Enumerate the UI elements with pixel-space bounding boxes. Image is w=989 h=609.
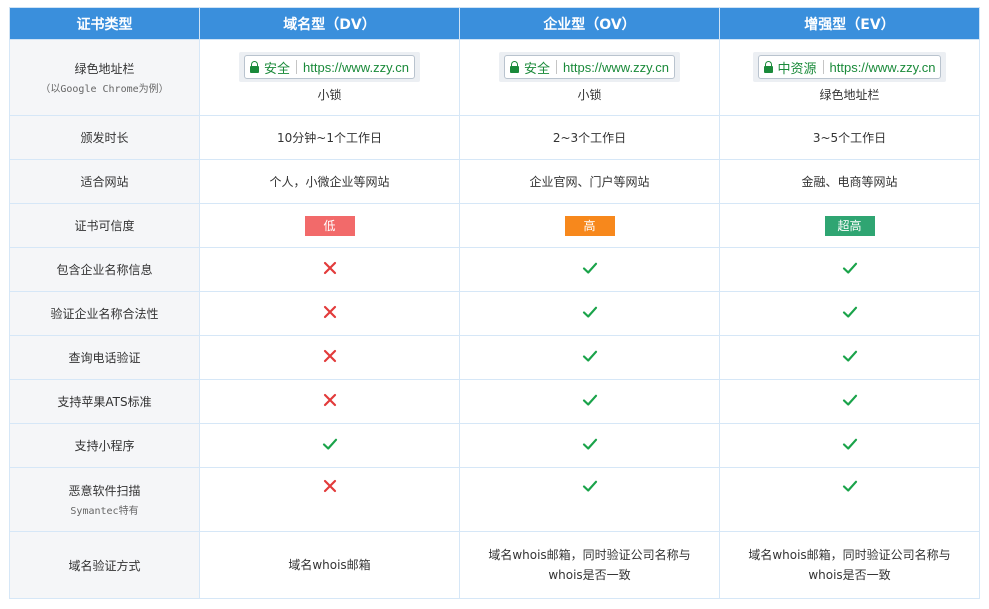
cell-line: 域名whois邮箱，同时验证公司名称与 [460,545,719,565]
lock-icon [510,61,519,73]
check-icon [582,392,598,411]
row-label: 支持苹果ATS标准 [10,380,200,424]
credibility-badge: 超高 [825,216,875,236]
row-suitable-sites: 适合网站 个人，小微企业等网站 企业官网、门户等网站 金融、电商等网站 [10,160,980,204]
cell-ev-address: 中资源 https://www.zzy.cn 绿色地址栏 [720,40,980,116]
cell-value: 3~5个工作日 [720,116,980,160]
divider [296,60,297,74]
url-text: https://www.zzy.cn [303,60,409,75]
row-label: 域名验证方式 [10,532,200,599]
row-label: 适合网站 [10,160,200,204]
row-label: 绿色地址栏 （以Google Chrome为例） [10,40,200,116]
lock-icon [250,61,259,73]
url-text: https://www.zzy.cn [830,60,936,75]
row-label: 包含企业名称信息 [10,248,200,292]
cross-icon [322,392,338,411]
address-bar: 安全 https://www.zzy.cn [244,55,415,79]
check-icon [842,260,858,279]
cross-icon [322,260,338,279]
check-icon [582,436,598,455]
secure-label: 安全 [524,58,550,77]
address-bar: 中资源 https://www.zzy.cn [758,55,942,79]
cell-value: 金融、电商等网站 [720,160,980,204]
row-label-text: 绿色地址栏 [10,60,199,77]
row-malware-scan: 恶意软件扫描 Symantec特有 [10,468,980,532]
lock-icon [764,61,773,73]
cell-line: whois是否一致 [460,565,719,585]
header-row: 证书类型 域名型（DV） 企业型（OV） 增强型（EV） [10,8,980,40]
address-caption: 小锁 [460,86,719,103]
address-bar: 安全 https://www.zzy.cn [504,55,675,79]
row-label: 证书可信度 [10,204,200,248]
cell-value: 企业官网、门户等网站 [460,160,720,204]
row-credibility: 证书可信度 低 高 超高 [10,204,980,248]
check-icon [582,260,598,279]
cell-value: 10分钟~1个工作日 [200,116,460,160]
row-label-text: 恶意软件扫描 [10,482,199,499]
check-icon [842,436,858,455]
cell-value: 域名whois邮箱，同时验证公司名称与 whois是否一致 [460,532,720,599]
secure-label: 安全 [264,58,290,77]
divider [556,60,557,74]
row-feature: 支持苹果ATS标准 [10,380,980,424]
header-dv: 域名型（DV） [200,8,460,40]
secure-label: 中资源 [778,58,817,77]
check-icon [842,478,858,497]
header-ov: 企业型（OV） [460,8,720,40]
row-label: 支持小程序 [10,424,200,468]
address-bar-frame: 安全 https://www.zzy.cn [239,52,420,82]
credibility-badge: 高 [565,216,615,236]
row-feature: 包含企业名称信息 [10,248,980,292]
cell-dv-address: 安全 https://www.zzy.cn 小锁 [200,40,460,116]
row-sublabel: （以Google Chrome为例） [10,80,199,95]
row-feature: 验证企业名称合法性 [10,292,980,336]
row-feature: 支持小程序 [10,424,980,468]
credibility-badge: 低 [305,216,355,236]
row-issue-time: 颁发时长 10分钟~1个工作日 2~3个工作日 3~5个工作日 [10,116,980,160]
address-bar-frame: 安全 https://www.zzy.cn [499,52,680,82]
header-cert-type: 证书类型 [10,8,200,40]
ssl-comparison-table: 证书类型 域名型（DV） 企业型（OV） 增强型（EV） 绿色地址栏 （以Goo… [9,7,980,599]
url-text: https://www.zzy.cn [563,60,669,75]
cell-line: 域名whois邮箱，同时验证公司名称与 [720,545,979,565]
row-label: 颁发时长 [10,116,200,160]
check-icon [582,304,598,323]
row-label: 验证企业名称合法性 [10,292,200,336]
cell-value: 域名whois邮箱 [200,532,460,599]
cell-value: 2~3个工作日 [460,116,720,160]
cross-icon [322,304,338,323]
check-icon [842,348,858,367]
cross-icon [322,478,338,497]
check-icon [842,392,858,411]
check-icon [842,304,858,323]
check-icon [322,436,338,455]
row-verification: 域名验证方式 域名whois邮箱 域名whois邮箱，同时验证公司名称与 who… [10,532,980,599]
row-label: 恶意软件扫描 Symantec特有 [10,468,200,532]
cross-icon [322,348,338,367]
header-ev: 增强型（EV） [720,8,980,40]
row-address-bar: 绿色地址栏 （以Google Chrome为例） 安全 https://www.… [10,40,980,116]
comparison-table-wrapper: 证书类型 域名型（DV） 企业型（OV） 增强型（EV） 绿色地址栏 （以Goo… [9,7,979,599]
row-label: 查询电话验证 [10,336,200,380]
address-caption: 绿色地址栏 [720,86,979,103]
cell-line: 域名whois邮箱 [200,555,459,575]
row-feature: 查询电话验证 [10,336,980,380]
row-sublabel: Symantec特有 [10,502,199,517]
divider [823,60,824,74]
address-bar-frame: 中资源 https://www.zzy.cn [753,52,947,82]
cell-line: whois是否一致 [720,565,979,585]
cell-value: 个人，小微企业等网站 [200,160,460,204]
address-caption: 小锁 [200,86,459,103]
check-icon [582,348,598,367]
cell-ov-address: 安全 https://www.zzy.cn 小锁 [460,40,720,116]
check-icon [582,478,598,497]
cell-value: 域名whois邮箱，同时验证公司名称与 whois是否一致 [720,532,980,599]
